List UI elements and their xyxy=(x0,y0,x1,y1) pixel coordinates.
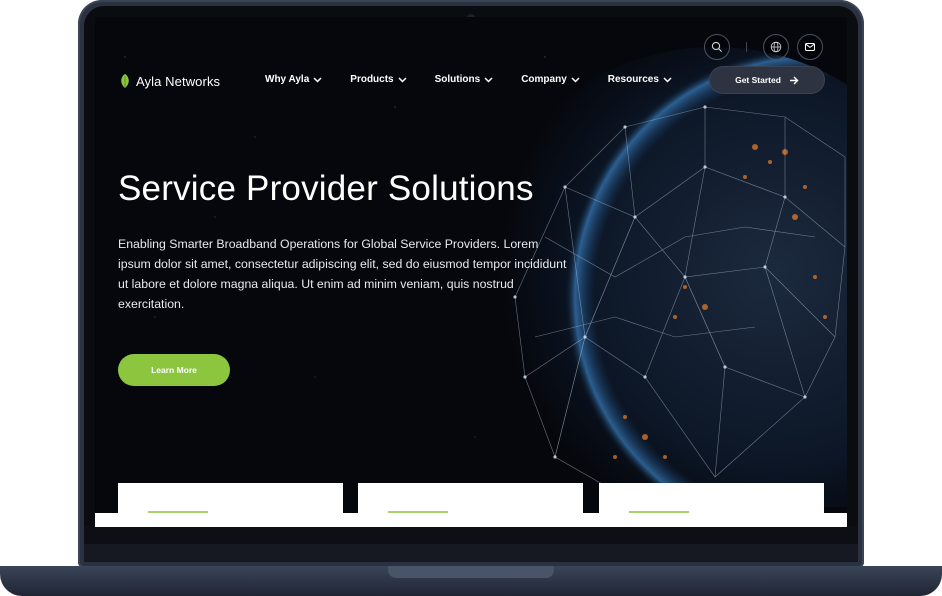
nav-item-products[interactable]: Products xyxy=(350,74,407,85)
learn-more-label: Learn More xyxy=(151,365,197,375)
nav-item-resources[interactable]: Resources xyxy=(608,74,672,85)
brand-name: Ayla Networks xyxy=(136,73,221,89)
feature-card[interactable] xyxy=(358,483,583,527)
laptop-base-notch xyxy=(388,566,554,578)
globe-icon xyxy=(770,41,782,53)
mail-icon xyxy=(805,43,815,51)
main-nav: Why Ayla Products Solutions Company Reso… xyxy=(265,74,672,85)
screen-chin xyxy=(84,544,858,562)
card-accent-line xyxy=(629,511,689,513)
card-accent-line xyxy=(148,511,208,513)
language-button[interactable] xyxy=(763,34,789,60)
leaf-logo-icon xyxy=(121,74,129,88)
search-button[interactable] xyxy=(704,34,730,60)
card-accent-line xyxy=(388,511,448,513)
contact-button[interactable] xyxy=(797,34,823,60)
website-screen: Ayla Networks Why Ayla Products Solution… xyxy=(95,17,847,527)
nav-item-label: Products xyxy=(350,74,394,85)
learn-more-button[interactable]: Learn More xyxy=(118,354,230,386)
nav-item-label: Solutions xyxy=(434,74,481,85)
nav-item-label: Resources xyxy=(607,74,659,85)
nav-item-company[interactable]: Company xyxy=(521,74,580,85)
brand-logo[interactable]: Ayla Networks xyxy=(119,73,220,89)
nav-item-solutions[interactable]: Solutions xyxy=(435,74,494,85)
get-started-label: Get Started xyxy=(735,75,781,85)
feature-card[interactable] xyxy=(599,483,824,527)
chevron-down-icon xyxy=(398,76,407,83)
hero-title: Service Provider Solutions xyxy=(118,169,534,208)
chevron-down-icon xyxy=(663,76,672,83)
hero-description: Enabling Smarter Broadband Operations fo… xyxy=(118,237,567,311)
utility-bar xyxy=(704,34,823,60)
arrow-right-icon xyxy=(789,76,799,84)
nav-item-label: Company xyxy=(521,74,567,85)
search-icon xyxy=(711,41,722,52)
nav-item-why-ayla[interactable]: Why Ayla xyxy=(265,74,322,85)
utility-divider xyxy=(746,42,747,52)
feature-card[interactable] xyxy=(118,483,343,527)
get-started-button[interactable]: Get Started xyxy=(710,67,824,93)
chevron-down-icon xyxy=(571,76,580,83)
chevron-down-icon xyxy=(313,76,322,83)
chevron-down-icon xyxy=(484,76,493,83)
nav-item-label: Why Ayla xyxy=(265,74,310,85)
